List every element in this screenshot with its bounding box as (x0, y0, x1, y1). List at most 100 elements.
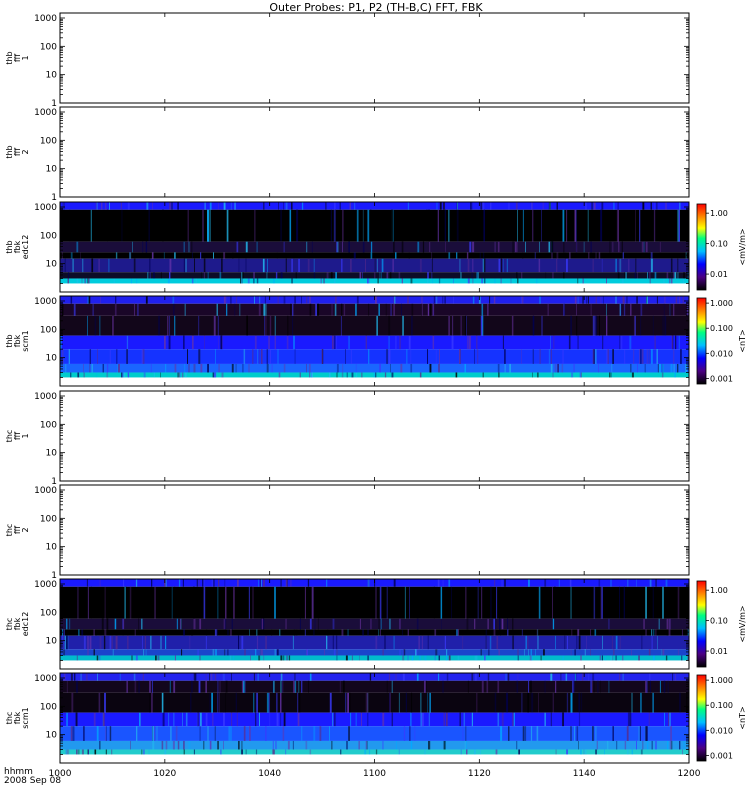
heatmap-stripe (108, 258, 110, 273)
heatmap-stripe (223, 296, 226, 304)
heatmap-stripe (540, 655, 542, 661)
heatmap-stripe (446, 712, 448, 727)
heatmap-stripe (590, 241, 592, 253)
heatmap-stripe (494, 692, 497, 713)
heatmap-stripe (649, 680, 651, 693)
heatmap-stripe (624, 740, 627, 750)
heatmap-stripe (210, 673, 213, 681)
heatmap-stripe (132, 241, 133, 253)
heatmap-stripe (487, 303, 489, 316)
heatmap-stripe (307, 258, 310, 273)
heatmap-stripe (265, 635, 267, 650)
heatmap-stripe (187, 349, 188, 364)
heatmap-stripe (336, 335, 337, 350)
heatmap-stripe (669, 303, 671, 316)
heatmap-stripe (141, 618, 143, 630)
heatmap-stripe (499, 618, 501, 630)
heatmap-stripe (76, 241, 79, 253)
heatmap-stripe (497, 712, 500, 727)
heatmap-stripe (242, 272, 244, 279)
heatmap-stripe (342, 363, 344, 373)
heatmap-stripe (521, 692, 523, 713)
heatmap-stripe (88, 749, 89, 755)
heatmap-stripe (99, 579, 101, 587)
heatmap-stripe (283, 712, 286, 727)
heatmap-stripe (453, 278, 454, 284)
heatmap-stripe (536, 278, 538, 284)
heatmap-stripe (80, 252, 81, 259)
heatmap-stripe (581, 372, 582, 378)
heatmap-stripe (255, 712, 257, 727)
heatmap-stripe (83, 635, 86, 650)
panel-label-line: scm1 (21, 707, 30, 728)
heatmap-stripe (482, 202, 485, 210)
heatmap-stripe (489, 296, 491, 304)
heatmap-stripe (308, 363, 311, 373)
heatmap-stripe (283, 296, 286, 304)
heatmap-stripe (434, 655, 436, 661)
heatmap-stripe (654, 272, 657, 279)
heatmap-stripe (99, 315, 101, 336)
heatmap-stripe (294, 349, 296, 364)
heatmap-band (60, 635, 689, 650)
panel-thb-fbk-edc12: 101001000thb fbk edc120.010.101.00<mV/m> (5, 201, 747, 293)
heatmap-stripe (562, 349, 564, 364)
heatmap-stripe (370, 618, 372, 630)
heatmap-stripe (482, 372, 484, 378)
heatmap-stripe (434, 629, 437, 636)
heatmap-stripe (648, 712, 650, 727)
heatmap-stripe (501, 618, 504, 630)
heatmap-stripe (126, 349, 128, 364)
heatmap-stripe (349, 202, 351, 210)
heatmap-stripe (370, 241, 373, 253)
heatmap-stripe (211, 579, 214, 587)
heatmap-stripe (576, 303, 577, 316)
heatmap-stripe (421, 303, 423, 316)
heatmap-stripe (578, 692, 581, 713)
heatmap-stripe (421, 712, 424, 727)
heatmap-stripe (174, 363, 177, 373)
heatmap-stripe (191, 680, 193, 693)
heatmap-stripe (114, 303, 117, 316)
heatmap-stripe (582, 296, 584, 304)
heatmap-stripe (286, 579, 288, 587)
heatmap-stripe (101, 618, 104, 630)
heatmap-stripe (642, 202, 645, 210)
heatmap-stripe (243, 680, 245, 693)
panel-thb-fff-2: 1101001000thb fff 2 (5, 106, 690, 203)
colorbar (696, 297, 707, 385)
heatmap-stripe (336, 372, 338, 378)
heatmap-stripe (359, 655, 360, 661)
heatmap-stripe (133, 258, 136, 273)
heatmap-stripe (555, 635, 556, 650)
colorbar-tick-label: 0.100 (710, 324, 733, 333)
heatmap-stripe (225, 680, 228, 693)
colorbar-label: <mV/m> (738, 605, 747, 642)
heatmap-stripe (662, 649, 665, 656)
heatmap-stripe (162, 209, 164, 242)
heatmap-stripe (115, 296, 117, 304)
heatmap-stripe (231, 618, 233, 630)
heatmap-stripe (150, 635, 152, 650)
heatmap-stripe (576, 241, 577, 253)
heatmap-stripe (336, 241, 338, 253)
heatmap-stripe (544, 680, 546, 693)
heatmap-stripe (652, 586, 654, 619)
heatmap-stripe (511, 315, 514, 336)
heatmap-stripe (117, 363, 120, 373)
heatmap-stripe (100, 296, 101, 304)
heatmap-stripe (640, 749, 643, 755)
plot-area (60, 485, 689, 575)
heatmap-stripe (576, 315, 578, 336)
heatmap-stripe (466, 335, 469, 350)
heatmap-stripe (653, 209, 656, 242)
heatmap-stripe (265, 315, 267, 336)
heatmap-stripe (309, 618, 312, 630)
heatmap-stripe (334, 278, 336, 284)
heatmap-stripe (411, 655, 414, 661)
heatmap-stripe (209, 202, 212, 210)
heatmap-stripe (490, 586, 492, 619)
heatmap-stripe (606, 315, 608, 336)
heatmap-stripe (101, 202, 103, 210)
heatmap-stripe (598, 363, 599, 373)
